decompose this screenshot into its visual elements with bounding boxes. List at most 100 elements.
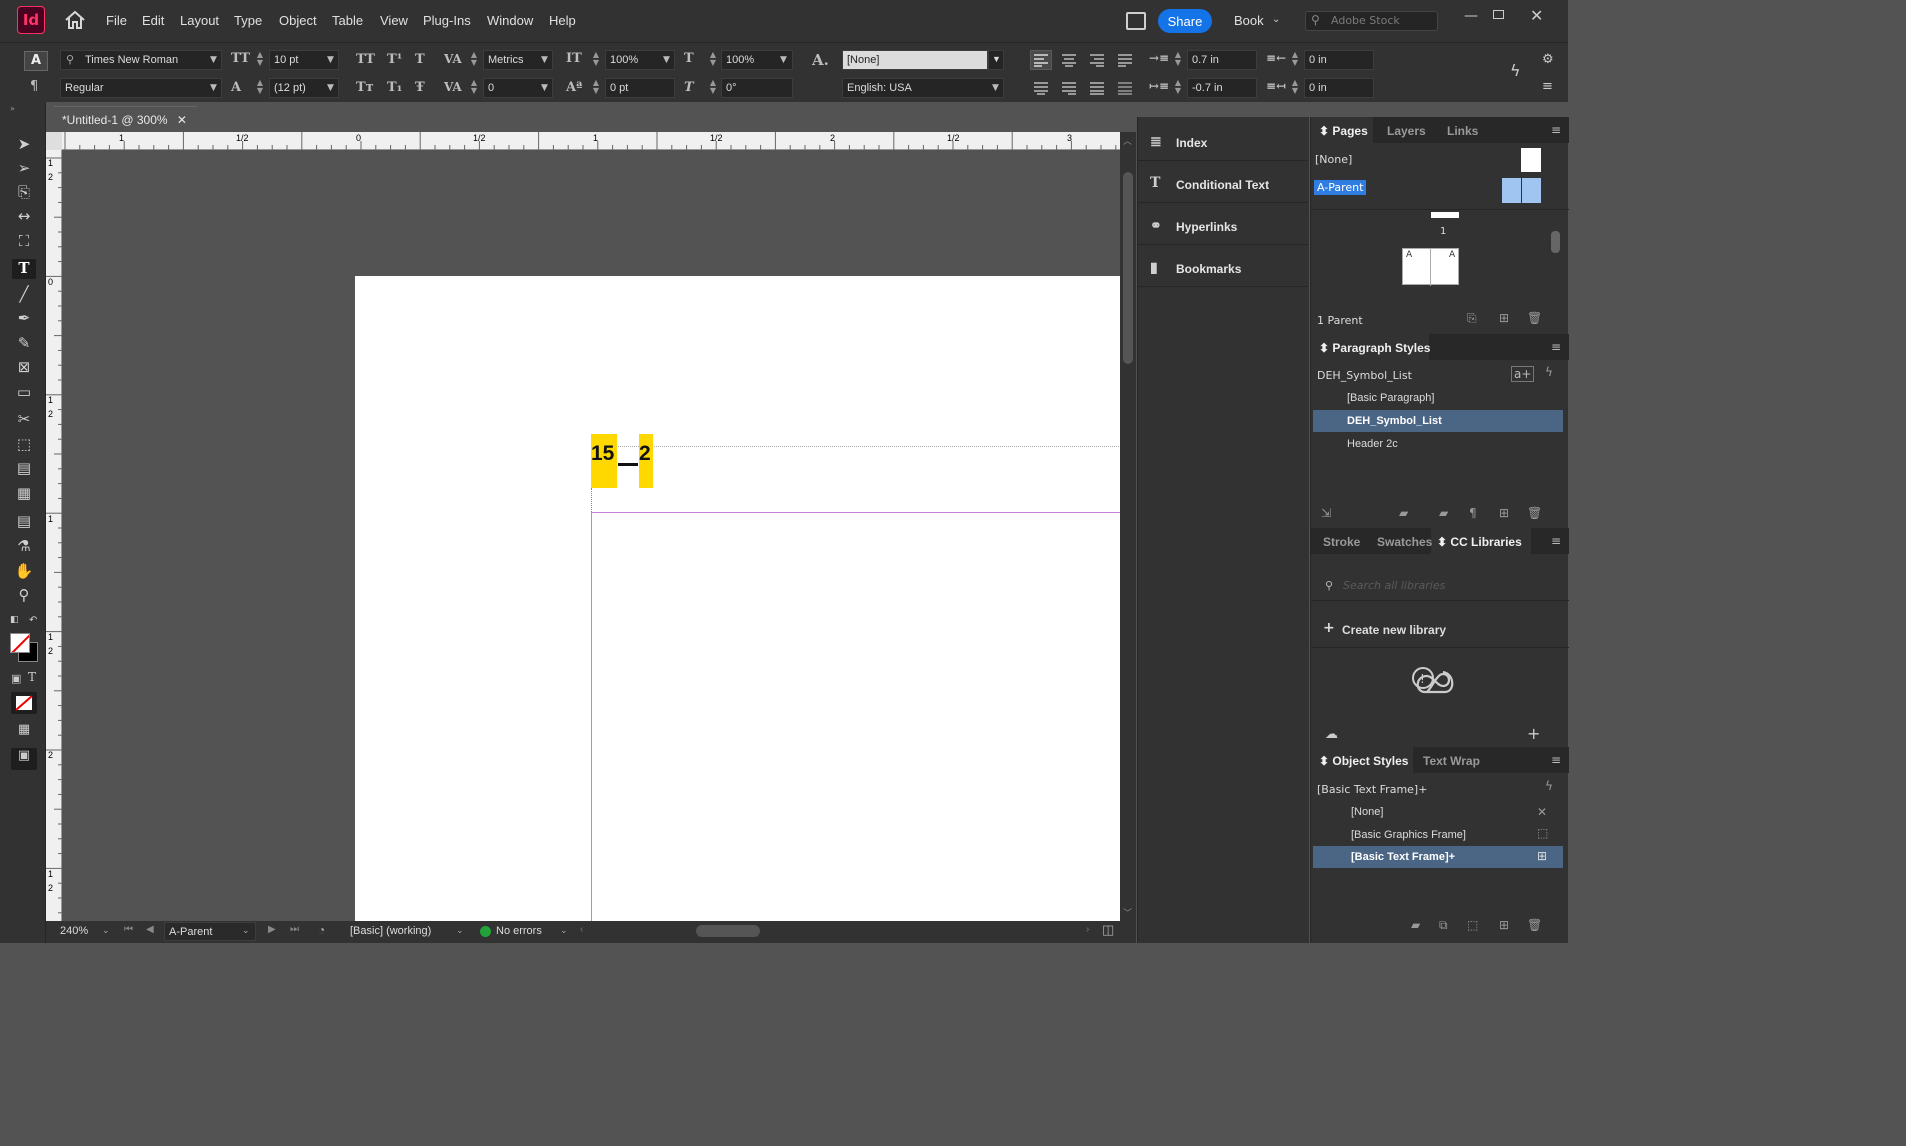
- gradient-feather-tool-icon[interactable]: ▦: [12, 484, 36, 504]
- stepper-icon[interactable]: ▲ ▼: [708, 51, 718, 67]
- style-item[interactable]: Header 2c: [1313, 433, 1563, 455]
- stepper-icon[interactable]: ▲ ▼: [1173, 51, 1183, 67]
- chevron-down-icon[interactable]: ▼: [541, 55, 548, 65]
- parent-none-thumbnail[interactable]: [1521, 148, 1541, 172]
- minimize-icon[interactable]: —: [1464, 8, 1478, 24]
- panel-menu-icon[interactable]: ≡: [1551, 753, 1561, 767]
- chevron-down-icon[interactable]: ⌄: [560, 925, 568, 936]
- add-content-icon[interactable]: +: [1527, 724, 1540, 743]
- fill-swatch[interactable]: [10, 633, 30, 653]
- stepper-icon[interactable]: ▲ ▼: [1290, 79, 1300, 95]
- menu-file[interactable]: File: [106, 13, 127, 28]
- subscript-icon[interactable]: T₁: [387, 80, 402, 95]
- home-icon[interactable]: [64, 10, 86, 30]
- page-thumbnail[interactable]: A A: [1402, 248, 1459, 286]
- hand-tool-icon[interactable]: ✋: [12, 562, 36, 582]
- zoom-level[interactable]: 240%: [60, 925, 88, 937]
- last-line-indent-field[interactable]: 0 in: [1304, 78, 1374, 98]
- panel-menu-icon[interactable]: ≡: [1542, 79, 1553, 94]
- justify-right-icon[interactable]: [1061, 81, 1077, 95]
- skew-field[interactable]: 0°: [721, 78, 793, 98]
- close-icon[interactable]: ✕: [1530, 6, 1543, 25]
- chevron-down-icon[interactable]: ⌄: [456, 925, 464, 936]
- chevron-down-icon[interactable]: ▼: [541, 83, 548, 93]
- stepper-icon[interactable]: ▲ ▼: [469, 79, 479, 95]
- pages-scrollbar[interactable]: [1551, 217, 1560, 303]
- rectangle-tool-icon[interactable]: ▭: [12, 383, 36, 403]
- stepper-icon[interactable]: ▲ ▼: [708, 79, 718, 95]
- collapse-icon[interactable]: »: [10, 104, 15, 113]
- default-colors-icon[interactable]: ◧: [10, 615, 19, 625]
- new-page-icon[interactable]: ⊞: [1499, 311, 1509, 325]
- menu-help[interactable]: Help: [549, 13, 576, 28]
- maximize-icon[interactable]: [1493, 10, 1504, 19]
- stepper-icon[interactable]: ▲ ▼: [1173, 79, 1183, 95]
- gap-tool-icon[interactable]: ↔: [12, 207, 36, 227]
- delete-icon[interactable]: 🗑: [1527, 311, 1542, 325]
- menu-plugins[interactable]: Plug-Ins: [423, 13, 471, 28]
- type-tool-icon[interactable]: T: [12, 259, 36, 279]
- split-window-icon[interactable]: ◫: [1102, 922, 1114, 938]
- hyperlinks-panel-button[interactable]: ⚭ Hyperlinks: [1138, 203, 1308, 245]
- new-style-icon[interactable]: ⊞: [1499, 918, 1509, 932]
- chevron-down-icon[interactable]: ⌄: [242, 925, 250, 936]
- first-page-icon[interactable]: ⏮: [124, 924, 133, 935]
- stepper-icon[interactable]: ▲ ▼: [255, 51, 265, 67]
- close-icon[interactable]: ✕: [177, 113, 187, 127]
- vertical-ruler[interactable]: 1 2 0 1 2 1 1 2 2 1 2: [46, 150, 62, 921]
- chevron-down-icon[interactable]: ▼: [663, 55, 670, 65]
- underline-icon[interactable]: T: [415, 52, 425, 67]
- cloud-sync-icon[interactable]: ☁: [1325, 727, 1338, 742]
- share-for-review-icon[interactable]: [1126, 12, 1146, 30]
- scroll-down-icon[interactable]: ﹀: [1123, 906, 1132, 919]
- language-field[interactable]: English: USA: [842, 78, 1004, 98]
- scissors-tool-icon[interactable]: ✂: [12, 410, 36, 430]
- small-caps-icon[interactable]: Tᴛ: [356, 80, 374, 95]
- edit-page-size-icon[interactable]: ⎘: [1467, 311, 1477, 326]
- tab-cc-libraries[interactable]: ⬍ CC Libraries: [1437, 535, 1522, 549]
- format-container-icon[interactable]: ▣: [11, 672, 21, 685]
- font-family-field[interactable]: Times New Roman: [60, 50, 222, 70]
- parent-none[interactable]: [None]: [1315, 153, 1352, 166]
- tab-paragraph-styles[interactable]: ⬍ Paragraph Styles: [1319, 341, 1430, 355]
- justify-all-icon[interactable]: [1089, 81, 1105, 95]
- folder-add-icon[interactable]: ▰: [1399, 506, 1408, 520]
- chevron-down-icon[interactable]: ▼: [210, 55, 217, 65]
- new-style-icon[interactable]: ⊞: [1499, 506, 1509, 520]
- horizontal-ruler[interactable]: 1 1/2 0 1/2 1 1/2 2 1/2 3: [62, 132, 1120, 150]
- delete-icon[interactable]: 🗑: [1527, 918, 1542, 932]
- create-library-link[interactable]: Create new library: [1342, 623, 1446, 637]
- chevron-down-icon[interactable]: ▼: [327, 55, 334, 65]
- menu-edit[interactable]: Edit: [142, 13, 164, 28]
- scrollbar-thumb[interactable]: [1123, 172, 1133, 364]
- selection-tool-icon[interactable]: ➤: [12, 135, 36, 155]
- stepper-icon[interactable]: ▲ ▼: [1290, 51, 1300, 67]
- eyedropper-tool-icon[interactable]: ⚗: [12, 537, 36, 557]
- folder-add-icon[interactable]: ▰: [1411, 918, 1420, 932]
- character-mode-icon[interactable]: A: [24, 51, 48, 71]
- tab-object-styles[interactable]: ⬍ Object Styles: [1319, 754, 1408, 768]
- menu-view[interactable]: View: [380, 13, 408, 28]
- zoom-tool-icon[interactable]: ⚲: [12, 586, 36, 606]
- tab-swatches[interactable]: Swatches: [1377, 535, 1432, 549]
- panel-menu-icon[interactable]: ≡: [1551, 534, 1561, 548]
- menu-table[interactable]: Table: [332, 13, 363, 28]
- rectangle-frame-tool-icon[interactable]: ⊠: [12, 358, 36, 378]
- direct-selection-tool-icon[interactable]: ➢: [12, 159, 36, 179]
- justify-left-icon[interactable]: [1117, 53, 1133, 67]
- strikethrough-icon[interactable]: Ŧ: [415, 80, 425, 95]
- parent-a[interactable]: A-Parent: [1314, 180, 1367, 195]
- vertical-scrollbar[interactable]: ︿ ﹀: [1120, 132, 1136, 921]
- clear-attributes-icon[interactable]: ⧉: [1439, 918, 1448, 933]
- tab-layers[interactable]: Layers: [1387, 124, 1426, 138]
- parent-a-thumbnail-right[interactable]: [1522, 178, 1541, 203]
- chevron-down-icon[interactable]: ▼: [210, 83, 217, 93]
- previous-page-icon[interactable]: ◀: [146, 924, 154, 935]
- parent-a-thumbnail-left[interactable]: [1502, 178, 1521, 203]
- menu-object[interactable]: Object: [279, 13, 317, 28]
- pen-tool-icon[interactable]: ✒: [12, 309, 36, 329]
- stepper-icon[interactable]: ▲ ▼: [255, 79, 265, 95]
- conditional-text-panel-button[interactable]: T Conditional Text: [1138, 161, 1308, 203]
- tab-text-wrap[interactable]: Text Wrap: [1423, 754, 1480, 768]
- horizontal-scrollbar-thumb[interactable]: [696, 925, 760, 937]
